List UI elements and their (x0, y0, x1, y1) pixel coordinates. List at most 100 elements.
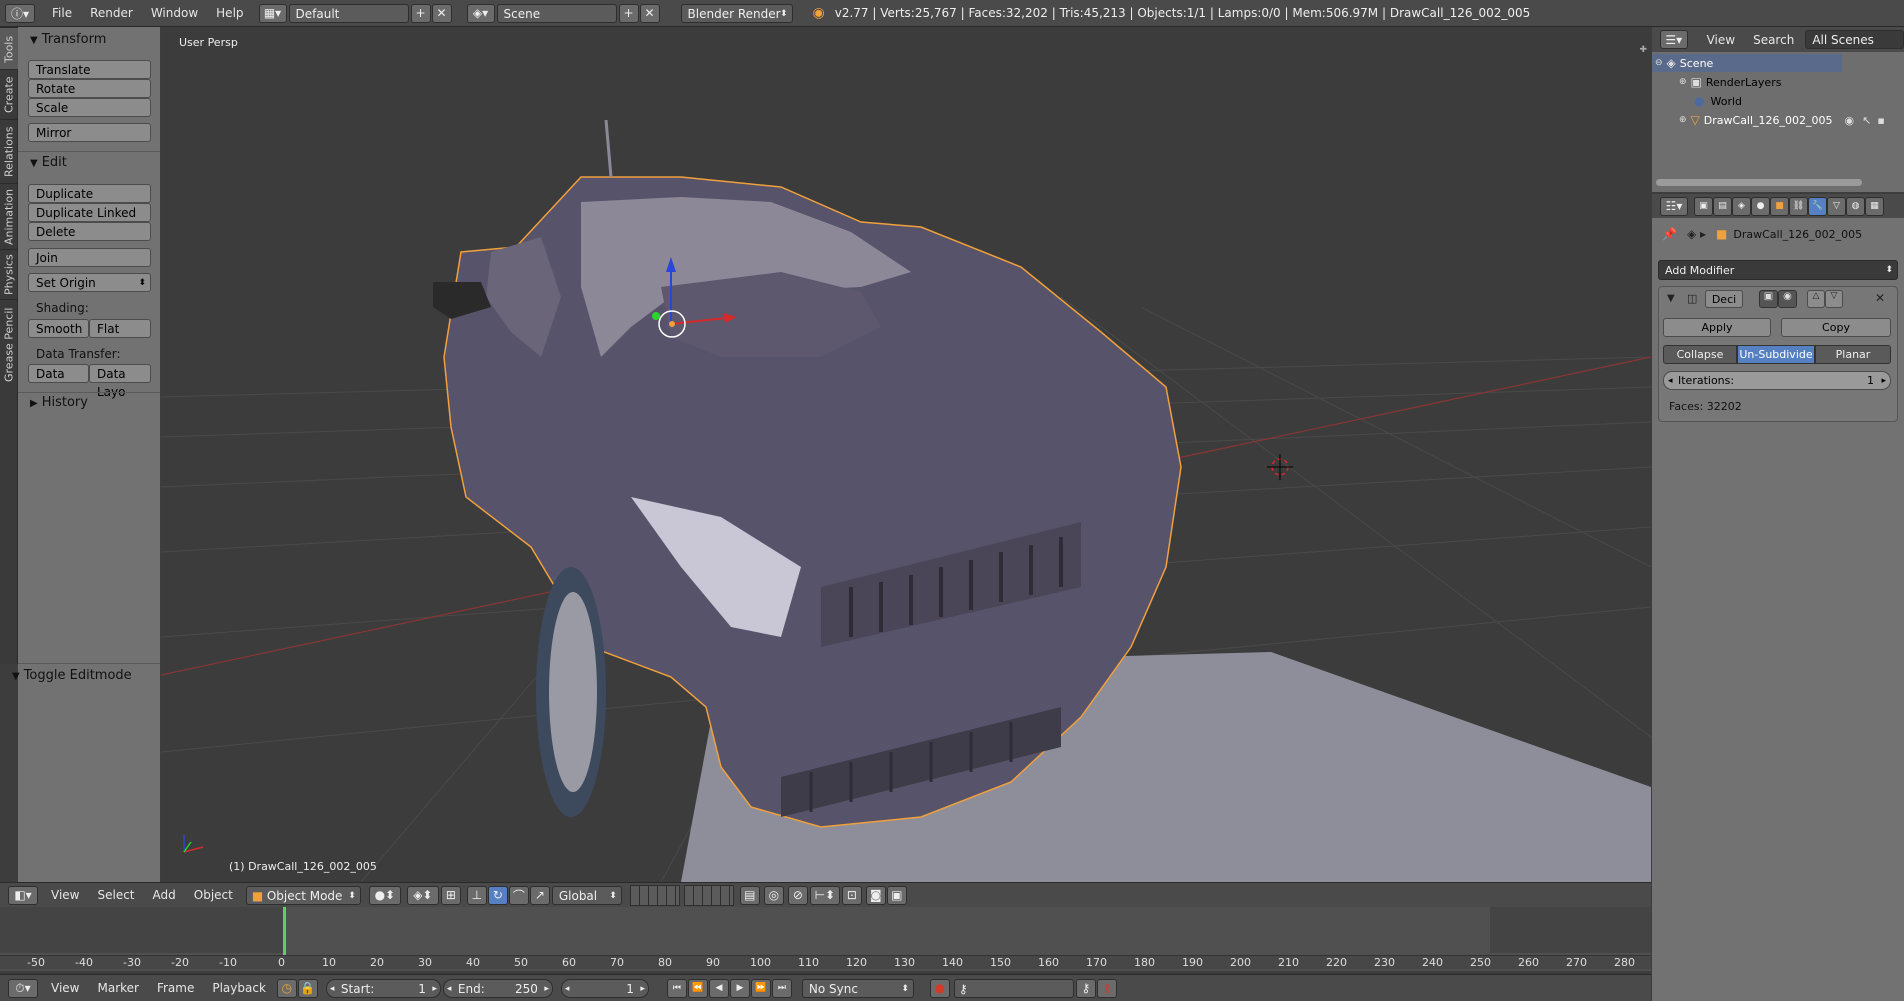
remove-scene-icon[interactable]: ✕ (639, 3, 660, 23)
timeline-editor-icon[interactable]: ⏱▾ (8, 978, 38, 998)
duplicate-button[interactable]: Duplicate (28, 184, 151, 203)
menu-object[interactable]: Object (185, 888, 242, 902)
timeline-menu-view[interactable]: View (42, 981, 88, 995)
lock-camera-icon[interactable]: ▤ (739, 885, 760, 905)
tab-grease-pencil[interactable]: Grease Pencil (0, 299, 18, 390)
tab-animation[interactable]: Animation (0, 183, 18, 250)
decrement-arrow-icon[interactable]: ◂ (565, 980, 570, 998)
object-tab-icon[interactable]: ■ (1770, 196, 1789, 216)
modifiers-tab-icon[interactable]: 🔧 (1808, 196, 1827, 216)
render-toggle-icon[interactable]: ▣ (1759, 290, 1778, 308)
layer-buttons-a[interactable] (629, 884, 680, 906)
manipulator-toggle-icon[interactable]: ⊞ (440, 885, 461, 905)
insert-keyframe-icon[interactable]: ⚷ (1075, 978, 1096, 998)
viewport-toggle-eye-icon[interactable]: ◉ (1778, 290, 1797, 308)
collapse-icon[interactable]: ⊖ (1655, 58, 1663, 68)
selectable-cursor-icon[interactable]: ↖ (1862, 114, 1871, 127)
tab-relations[interactable]: Relations (0, 119, 18, 184)
tree-row-scene[interactable]: ⊖ ◈ Scene (1652, 54, 1842, 72)
info-editor-icon[interactable]: ⓘ▾ (5, 3, 35, 23)
jump-start-icon[interactable]: ⏮ (666, 978, 687, 998)
increment-arrow-icon[interactable]: ▸ (640, 980, 645, 998)
move-up-icon[interactable]: △ (1807, 290, 1825, 308)
render-camera-icon[interactable]: ▪ (1877, 114, 1884, 127)
keying-set-field[interactable]: ⚷ (953, 978, 1074, 998)
orientation-select[interactable]: Global ⬍ (551, 885, 622, 905)
timeline-menu-marker[interactable]: Marker (88, 981, 147, 995)
timeline-menu-playback[interactable]: Playback (203, 981, 275, 995)
constraints-tab-icon[interactable]: ⛓ (1789, 196, 1808, 216)
data-layout-button[interactable]: Data Layo (89, 364, 151, 399)
tab-tools[interactable]: Tools (0, 27, 18, 70)
set-origin-select[interactable]: Set Origin ⬍ (28, 273, 151, 292)
jump-keyframe-back-icon[interactable]: ⏪ (687, 978, 708, 998)
remove-modifier-icon[interactable]: ✕ (1875, 291, 1885, 305)
outliner-scope-select[interactable]: All Scenes (1805, 30, 1904, 49)
scene-field[interactable]: Scene (496, 3, 617, 23)
opengl-animation-icon[interactable]: ▣ (886, 885, 907, 905)
translate-button[interactable]: Translate (28, 60, 151, 79)
copy-button[interactable]: Copy (1781, 318, 1891, 337)
viewport-shading-icon[interactable]: ●⬍ (368, 885, 401, 905)
tab-physics[interactable]: Physics (0, 249, 18, 300)
3d-view-editor-icon[interactable]: ◧▾ (8, 885, 38, 905)
increment-arrow-icon[interactable]: ▸ (544, 980, 549, 998)
play-icon[interactable]: ▶ (729, 978, 750, 998)
data-tab-icon[interactable]: ▽ (1827, 196, 1846, 216)
layer-buttons-b[interactable] (683, 884, 734, 906)
tree-row-renderlayers[interactable]: ⊕ ▣ RenderLayers (1652, 73, 1904, 91)
expand-icon[interactable]: ⊕ (1679, 77, 1687, 87)
mode-select[interactable]: ■ Object Mode ⬍ (245, 885, 361, 905)
menu-add[interactable]: Add (144, 888, 185, 902)
record-keyframe-icon[interactable]: ● (929, 978, 950, 998)
tab-create[interactable]: Create (0, 69, 18, 120)
layers-tab-icon[interactable]: ▤ (1713, 196, 1732, 216)
render-engine-select[interactable]: Blender Render ⬍ (680, 3, 793, 23)
outliner-view-menu[interactable]: View (1698, 33, 1744, 47)
pin-icon[interactable]: 📌 (1662, 227, 1677, 241)
3d-viewport[interactable]: User Persp (1) DrawCall_126_002_005 ✚ (161, 27, 1651, 882)
join-button[interactable]: Join (28, 248, 151, 267)
menu-select[interactable]: Select (88, 888, 143, 902)
tree-row-object[interactable]: ⊕ ▽ DrawCall_126_002_005 ◉ ↖ ▪ (1652, 111, 1904, 129)
translate-manipulator-icon[interactable]: ⊥ (466, 885, 487, 905)
mirror-button[interactable]: Mirror (28, 123, 151, 142)
modifier-name-field[interactable]: Deci (1705, 290, 1743, 308)
viewport-scene[interactable] (161, 27, 1651, 882)
increment-arrow-icon[interactable]: ▸ (432, 980, 437, 998)
screen-layout-field[interactable]: Default (288, 3, 409, 23)
snap-target-icon[interactable]: ⊡ (841, 885, 862, 905)
flat-button[interactable]: Flat (89, 319, 151, 338)
planar-mode-button[interactable]: Planar (1815, 345, 1891, 364)
history-panel-header[interactable]: ▶ History (30, 395, 88, 410)
menu-window[interactable]: Window (142, 0, 207, 27)
decrement-arrow-icon[interactable]: ◂ (330, 980, 335, 998)
visibility-eye-icon[interactable]: ◉ (1845, 114, 1855, 127)
end-frame-field[interactable]: ◂ End: 250 ▸ (442, 978, 553, 998)
timeline-menu-frame[interactable]: Frame (148, 981, 203, 995)
opengl-render-icon[interactable]: ◙ (865, 885, 886, 905)
increment-arrow-icon[interactable]: ▸ (1881, 372, 1886, 390)
material-tab-icon[interactable]: ◍ (1846, 196, 1865, 216)
collapse-mode-button[interactable]: Collapse (1663, 345, 1737, 364)
remove-layout-icon[interactable]: ✕ (431, 3, 452, 23)
add-modifier-select[interactable]: Add Modifier ⬍ (1658, 260, 1898, 280)
duplicate-linked-button[interactable]: Duplicate Linked (28, 203, 151, 222)
lock-range-icon[interactable]: 🔒 (297, 978, 318, 998)
collapse-arrow-icon[interactable]: ▼ (1667, 293, 1675, 304)
current-frame-marker[interactable] (283, 907, 286, 957)
tree-row-world[interactable]: ● World (1652, 92, 1904, 110)
delete-button[interactable]: Delete (28, 222, 151, 241)
properties-editor-icon[interactable]: ☷▾ (1660, 196, 1688, 216)
rotate-manipulator-icon[interactable]: ↻ (487, 885, 508, 905)
proportional-edit-icon[interactable]: ◎ (763, 885, 784, 905)
scale-button[interactable]: Scale (28, 98, 151, 117)
edit-panel-header[interactable]: ▼ Edit (30, 155, 67, 170)
jump-end-icon[interactable]: ⏭ (771, 978, 792, 998)
play-reverse-icon[interactable]: ◀ (708, 978, 729, 998)
menu-view[interactable]: View (42, 888, 88, 902)
outliner-scrollbar[interactable] (1656, 179, 1862, 186)
rotate-button[interactable]: Rotate (28, 79, 151, 98)
add-layout-icon[interactable]: + (410, 3, 431, 23)
unsubdivide-mode-button[interactable]: Un-Subdivide (1737, 345, 1815, 364)
